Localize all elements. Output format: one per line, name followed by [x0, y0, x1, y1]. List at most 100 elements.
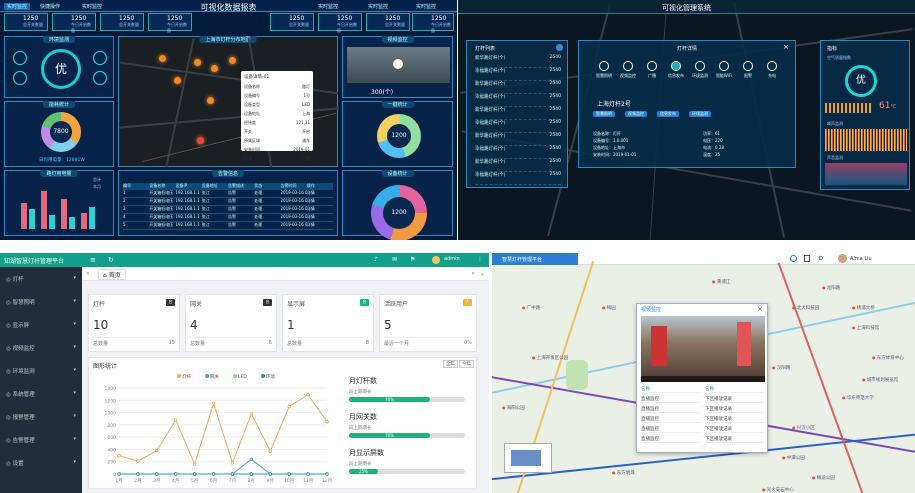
avatar[interactable] — [432, 256, 440, 264]
tab-home[interactable]: ⌂ 首页 — [98, 269, 126, 280]
close-icon[interactable]: × — [757, 305, 763, 313]
chip[interactable]: 智慧照明 — [593, 111, 615, 117]
bell-icon[interactable]: ♪ — [374, 256, 378, 263]
place-label[interactable]: ● 兴汉小区 — [792, 425, 815, 431]
minimap[interactable] — [504, 443, 552, 473]
sidebar-item[interactable]: ◎ 告警管理 ▾ — [0, 428, 82, 451]
function-item[interactable]: 视频监控 — [617, 61, 639, 79]
table-row[interactable]: 3 开关箱低电压192.168.1.1张江 告警 处理 2019-03-16 08:00… — [123, 206, 333, 214]
list-item[interactable]: 新华路灯杆(个) 2540 — [475, 81, 561, 94]
sidebar-item[interactable]: ◎ 系统管理 ▾ — [0, 382, 82, 405]
place-label[interactable]: ● 上海科技馆 — [852, 325, 879, 331]
function-item[interactable]: 充电 — [761, 61, 783, 79]
function-item[interactable]: 环境监测 — [689, 61, 711, 79]
lock-icon[interactable]: ⚑ — [410, 256, 415, 263]
function-item[interactable]: 信息发布 — [665, 61, 687, 79]
list-item[interactable]: 幸福路灯杆(个) 2540 — [475, 172, 561, 185]
chip[interactable]: 环境监测 — [689, 111, 711, 117]
list-item[interactable]: 新华路灯杆(个) 2540 — [475, 107, 561, 120]
lamp-marker[interactable] — [194, 59, 201, 66]
list-item[interactable]: 新华路灯杆(个) 2540 — [475, 159, 561, 172]
table-row[interactable]: 2 开关箱低电压192.168.1.1张江 告警 处理 2019-03-16 08:00… — [123, 198, 333, 206]
record-item[interactable]: 下区播放记录 — [705, 426, 765, 433]
chip[interactable]: 视频监控 — [625, 111, 647, 117]
place-label[interactable]: ● 龙阳路 — [822, 285, 840, 291]
tab-monitor-4[interactable]: 实时监控 — [368, 3, 388, 10]
function-item[interactable]: 报警 — [737, 61, 759, 79]
more-icon[interactable]: ⋮ — [477, 256, 483, 263]
sidebar-item[interactable]: ◎ 视频监控 ▾ — [0, 336, 82, 359]
function-item[interactable]: 智慧照明 — [593, 61, 615, 79]
place-label[interactable]: ● 东方体育中心 — [872, 355, 904, 361]
camera-item[interactable]: 直播监控 — [641, 396, 701, 403]
list-item[interactable]: 新华路灯杆(个) 2540 — [475, 55, 561, 68]
this-year-button[interactable]: 今年 — [459, 360, 474, 368]
doc-icon[interactable] — [804, 255, 810, 262]
lamp-marker[interactable] — [159, 55, 166, 62]
map-panel[interactable]: 上海市灯杆分布地图 设备详情-01 设备名称 路灯 设备编号 1号 设备类型 LED 设备地… — [118, 36, 339, 168]
lamp-marker[interactable] — [211, 65, 218, 72]
clock-icon[interactable] — [790, 255, 797, 262]
chevron-down-icon[interactable]: ⌄ — [480, 270, 485, 277]
table-row[interactable]: 4 开关箱低电压192.168.1.1张江 告警 处理 2019-03-16 08:00… — [123, 214, 333, 222]
camera-item[interactable]: 名称 — [641, 386, 701, 393]
tab-monitor[interactable]: 实时监控 — [4, 3, 31, 10]
chevron-left-icon[interactable]: « — [86, 270, 90, 277]
place-label[interactable]: ● 城市规划展览馆 — [862, 377, 898, 383]
lamp-marker[interactable] — [229, 57, 236, 64]
list-item[interactable]: 新华路灯杆(个) 2540 — [475, 133, 561, 146]
camera-item[interactable]: 直播监控 — [641, 416, 701, 423]
close-icon[interactable]: × — [783, 43, 789, 51]
camera-item[interactable]: 直播监控 — [641, 426, 701, 433]
camera-item[interactable]: 直播监控 — [641, 406, 701, 413]
chip[interactable]: 信息发布 — [657, 111, 679, 117]
username[interactable]: Alma Liu — [850, 256, 872, 262]
year-button[interactable]: 全年 — [443, 360, 458, 368]
chevron-right-icon[interactable]: » — [471, 270, 475, 277]
lamp-marker[interactable] — [207, 97, 214, 104]
sidebar-item[interactable]: ◎ 显示屏 ▾ — [0, 313, 82, 336]
place-label[interactable]: ● 梅迪公园 — [812, 475, 835, 481]
place-label[interactable]: ● 杨浦大桥 — [852, 305, 875, 311]
menu-toggle-icon[interactable]: ≡ — [90, 256, 96, 264]
record-item[interactable]: 下区播放记录 — [705, 406, 765, 413]
refresh-icon[interactable]: ↻ — [108, 256, 114, 264]
sidebar-item[interactable]: ◎ 报警管理 ▾ — [0, 405, 82, 428]
video-controls[interactable] — [641, 376, 765, 382]
lamp-marker[interactable] — [174, 77, 181, 84]
list-item[interactable]: 幸福路灯杆(个) 2540 — [475, 120, 561, 133]
place-label[interactable]: ● 北大科技园 — [792, 305, 819, 311]
tab-monitor-3[interactable]: 实时监控 — [318, 3, 338, 10]
record-item[interactable]: 下区播放记录 — [705, 436, 765, 443]
place-label[interactable]: ● 黄浦江 — [712, 279, 730, 285]
list-item[interactable]: 幸福路灯杆(个) 2540 — [475, 94, 561, 107]
camera-item[interactable]: 直播监控 — [641, 436, 701, 443]
tab-quick[interactable]: 快捷操作 — [40, 3, 60, 10]
place-label[interactable]: ● 梅园 — [602, 305, 616, 311]
play-icon[interactable] — [393, 59, 403, 69]
username[interactable]: admin — [444, 256, 460, 262]
record-item[interactable]: 名称 — [705, 386, 765, 393]
place-label[interactable]: ● 海阳公园 — [502, 405, 525, 411]
function-item[interactable]: 广播 — [641, 61, 663, 79]
place-label[interactable]: ● 广中路 — [522, 305, 540, 311]
list-item[interactable]: 幸福路灯杆(个) 2540 — [475, 68, 561, 81]
sidebar-item[interactable]: ◎ 灯杆 ▾ — [0, 267, 82, 290]
notice-icon[interactable]: ✉ — [392, 256, 397, 263]
place-label[interactable]: ● 上海开发区公园 — [532, 355, 568, 361]
place-label[interactable]: ● 中潭公园 — [782, 455, 805, 461]
record-item[interactable]: 下区播放记录 — [705, 416, 765, 423]
tab-monitor-5[interactable]: 实时监控 — [416, 3, 436, 10]
place-label[interactable]: ● 东方明珠 — [612, 470, 635, 476]
sidebar-item[interactable]: ◎ 环境监测 ▾ — [0, 359, 82, 382]
table-row[interactable]: 5 开关箱低电压192.168.1.1张江 告警 处理 2019-03-16 08:00… — [123, 222, 333, 230]
record-item[interactable]: 下区播放记录 — [705, 396, 765, 403]
video-frame[interactable] — [641, 316, 765, 382]
avatar[interactable] — [838, 254, 847, 263]
table-row[interactable]: 1 开关箱低电压192.168.1.1张江 告警 处理 2019-03-16 08:00… — [123, 190, 333, 198]
place-label[interactable]: ● 光大安石中心 — [762, 487, 794, 493]
tab-monitor-2[interactable]: 实时监控 — [82, 3, 102, 10]
place-label[interactable]: ● 汉阳路 — [772, 365, 790, 371]
panel-toggle-icon[interactable] — [556, 44, 563, 51]
place-label[interactable]: ● 华东师范大学 — [842, 395, 874, 401]
